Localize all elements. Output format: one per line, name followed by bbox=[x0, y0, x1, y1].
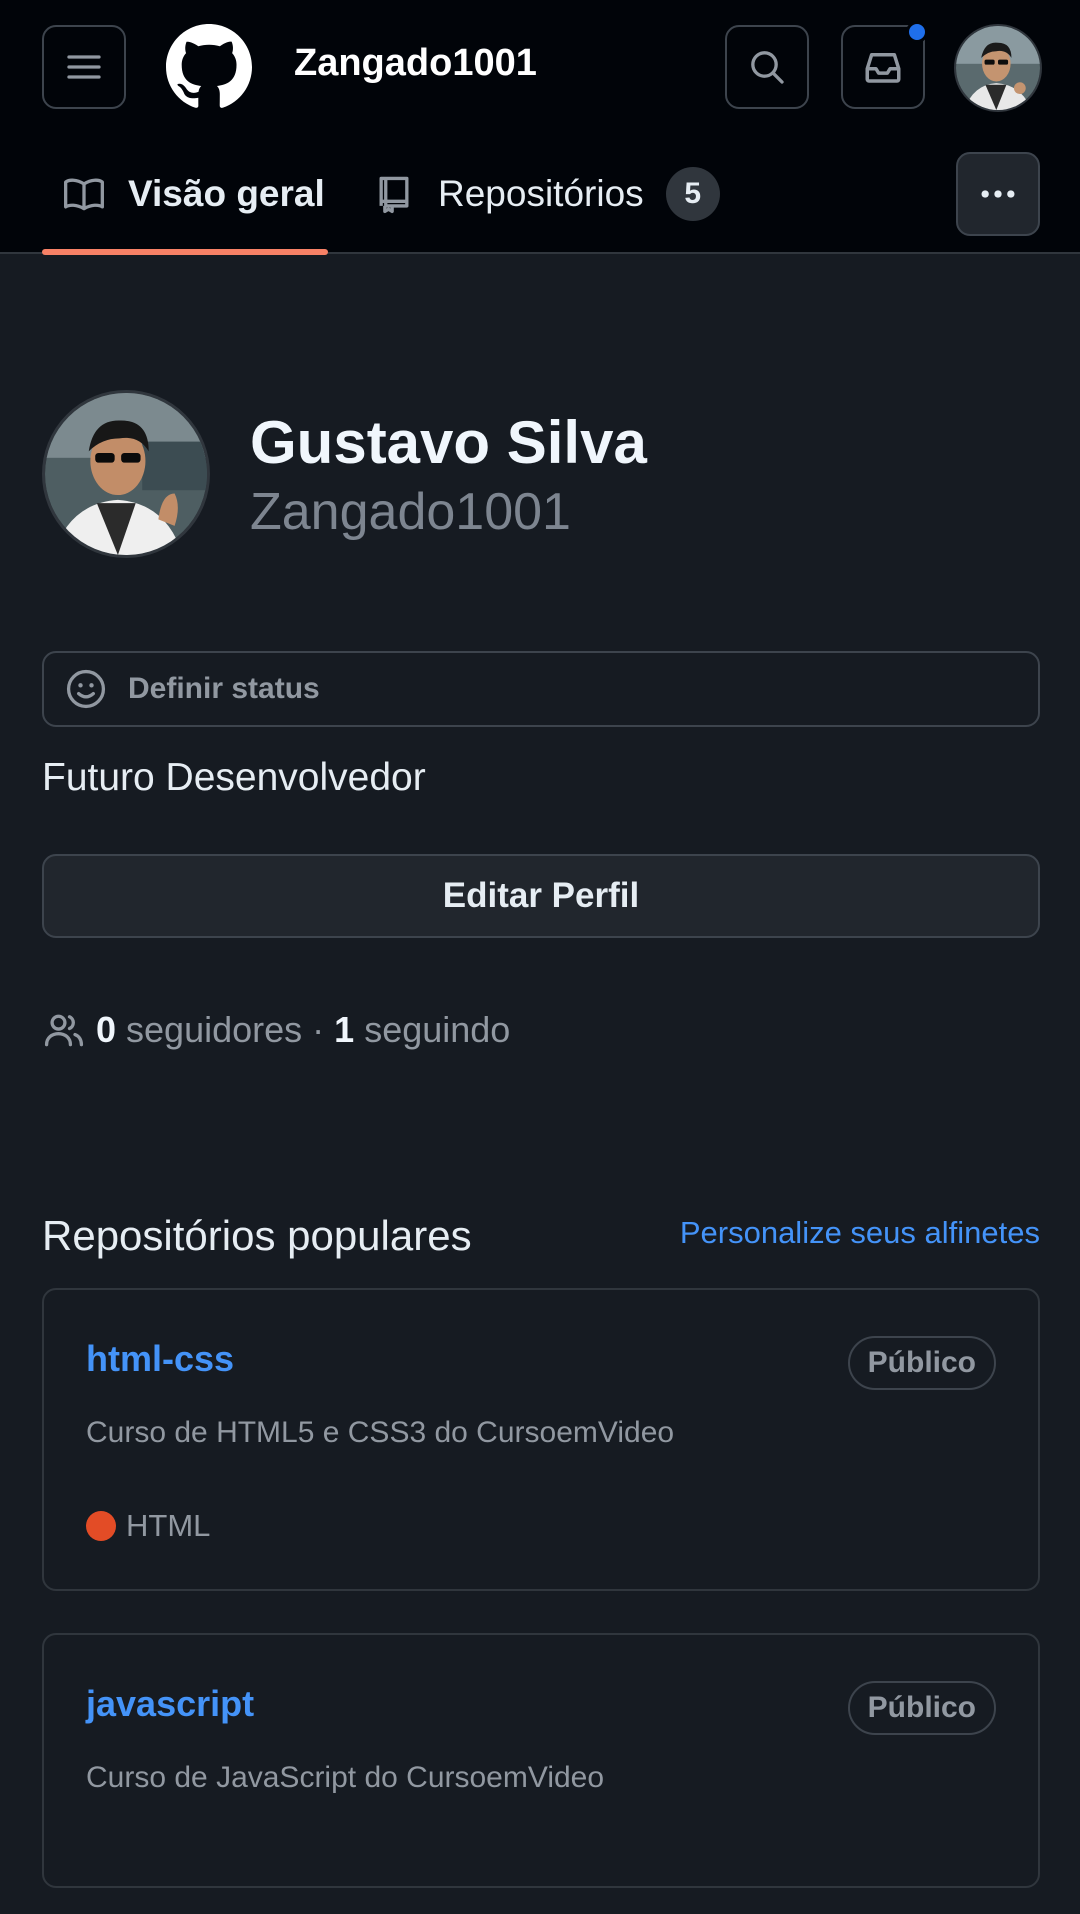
popular-repos-title: Repositórios populares bbox=[42, 1212, 472, 1259]
tab-overview-label: Visão geral bbox=[128, 173, 325, 214]
kebab-menu-icon bbox=[981, 190, 1015, 198]
search-button[interactable] bbox=[725, 25, 809, 109]
menu-button[interactable] bbox=[42, 25, 126, 109]
followers-link[interactable]: seguidores bbox=[126, 1009, 302, 1051]
profile-login: Zangado1001 bbox=[250, 483, 571, 541]
selected-tab-indicator bbox=[42, 249, 328, 255]
smiley-icon bbox=[66, 669, 106, 709]
set-status-label: Definir status bbox=[128, 672, 320, 705]
user-avatar[interactable] bbox=[954, 24, 1042, 112]
hamburger-menu-icon bbox=[67, 55, 101, 79]
header-username[interactable]: Zangado1001 bbox=[294, 42, 537, 85]
repo-card[interactable]: javascript Público Curso de JavaScript d… bbox=[42, 1633, 1040, 1888]
profile-avatar[interactable] bbox=[42, 390, 210, 558]
notification-indicator bbox=[906, 21, 928, 43]
tab-overview[interactable]: Visão geral bbox=[62, 152, 325, 236]
search-icon bbox=[751, 51, 784, 84]
followers-count[interactable]: 0 bbox=[96, 1009, 116, 1051]
following-link[interactable]: seguindo bbox=[364, 1009, 510, 1051]
repo-description: Curso de HTML5 e CSS3 do CursoemVideo bbox=[86, 1416, 675, 1449]
follow-stats: 0 seguidores · 1 seguindo bbox=[42, 1008, 510, 1052]
tab-repositories-label: Repositórios bbox=[438, 173, 644, 214]
avatar-photo bbox=[45, 393, 207, 555]
repo-language: HTML bbox=[86, 1508, 210, 1544]
repo-visibility-badge: Público bbox=[847, 1336, 996, 1390]
avatar-photo bbox=[956, 26, 1040, 110]
set-status-button[interactable]: Definir status bbox=[42, 651, 1040, 727]
more-options-button[interactable] bbox=[956, 152, 1040, 236]
people-icon bbox=[44, 1014, 84, 1047]
repo-visibility-badge: Público bbox=[847, 1681, 996, 1735]
profile-full-name: Gustavo Silva bbox=[250, 409, 647, 476]
book-icon bbox=[64, 178, 104, 211]
repositories-count-badge: 5 bbox=[665, 167, 720, 221]
follow-separator: · bbox=[312, 1009, 325, 1050]
repo-name-link[interactable]: html-css bbox=[86, 1338, 234, 1380]
tab-repositories[interactable]: Repositórios 5 bbox=[372, 152, 720, 236]
repo-language-label: HTML bbox=[126, 1508, 211, 1543]
customize-pins-link[interactable]: Personalize seus alfinetes bbox=[680, 1215, 1040, 1251]
repo-icon bbox=[379, 176, 409, 214]
repo-card[interactable]: html-css Público Curso de HTML5 e CSS3 d… bbox=[42, 1288, 1040, 1591]
following-count[interactable]: 1 bbox=[334, 1009, 354, 1051]
language-color-dot bbox=[86, 1511, 116, 1541]
app-header: Zangado1001 Visão geral Repositórios 5 bbox=[0, 0, 1080, 255]
inbox-icon bbox=[865, 53, 901, 83]
profile-bio: Futuro Desenvolvedor bbox=[42, 756, 426, 799]
repo-name-link[interactable]: javascript bbox=[86, 1683, 254, 1725]
repo-description: Curso de JavaScript do CursoemVideo bbox=[86, 1761, 605, 1794]
github-logo-icon[interactable] bbox=[166, 24, 252, 110]
edit-profile-button[interactable]: Editar Perfil bbox=[42, 854, 1040, 938]
